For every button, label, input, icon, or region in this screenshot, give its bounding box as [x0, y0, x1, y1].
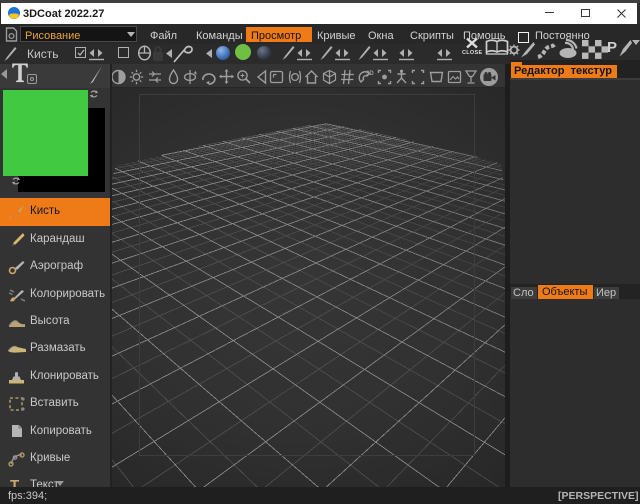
svg-text:3D: 3D	[366, 71, 374, 77]
